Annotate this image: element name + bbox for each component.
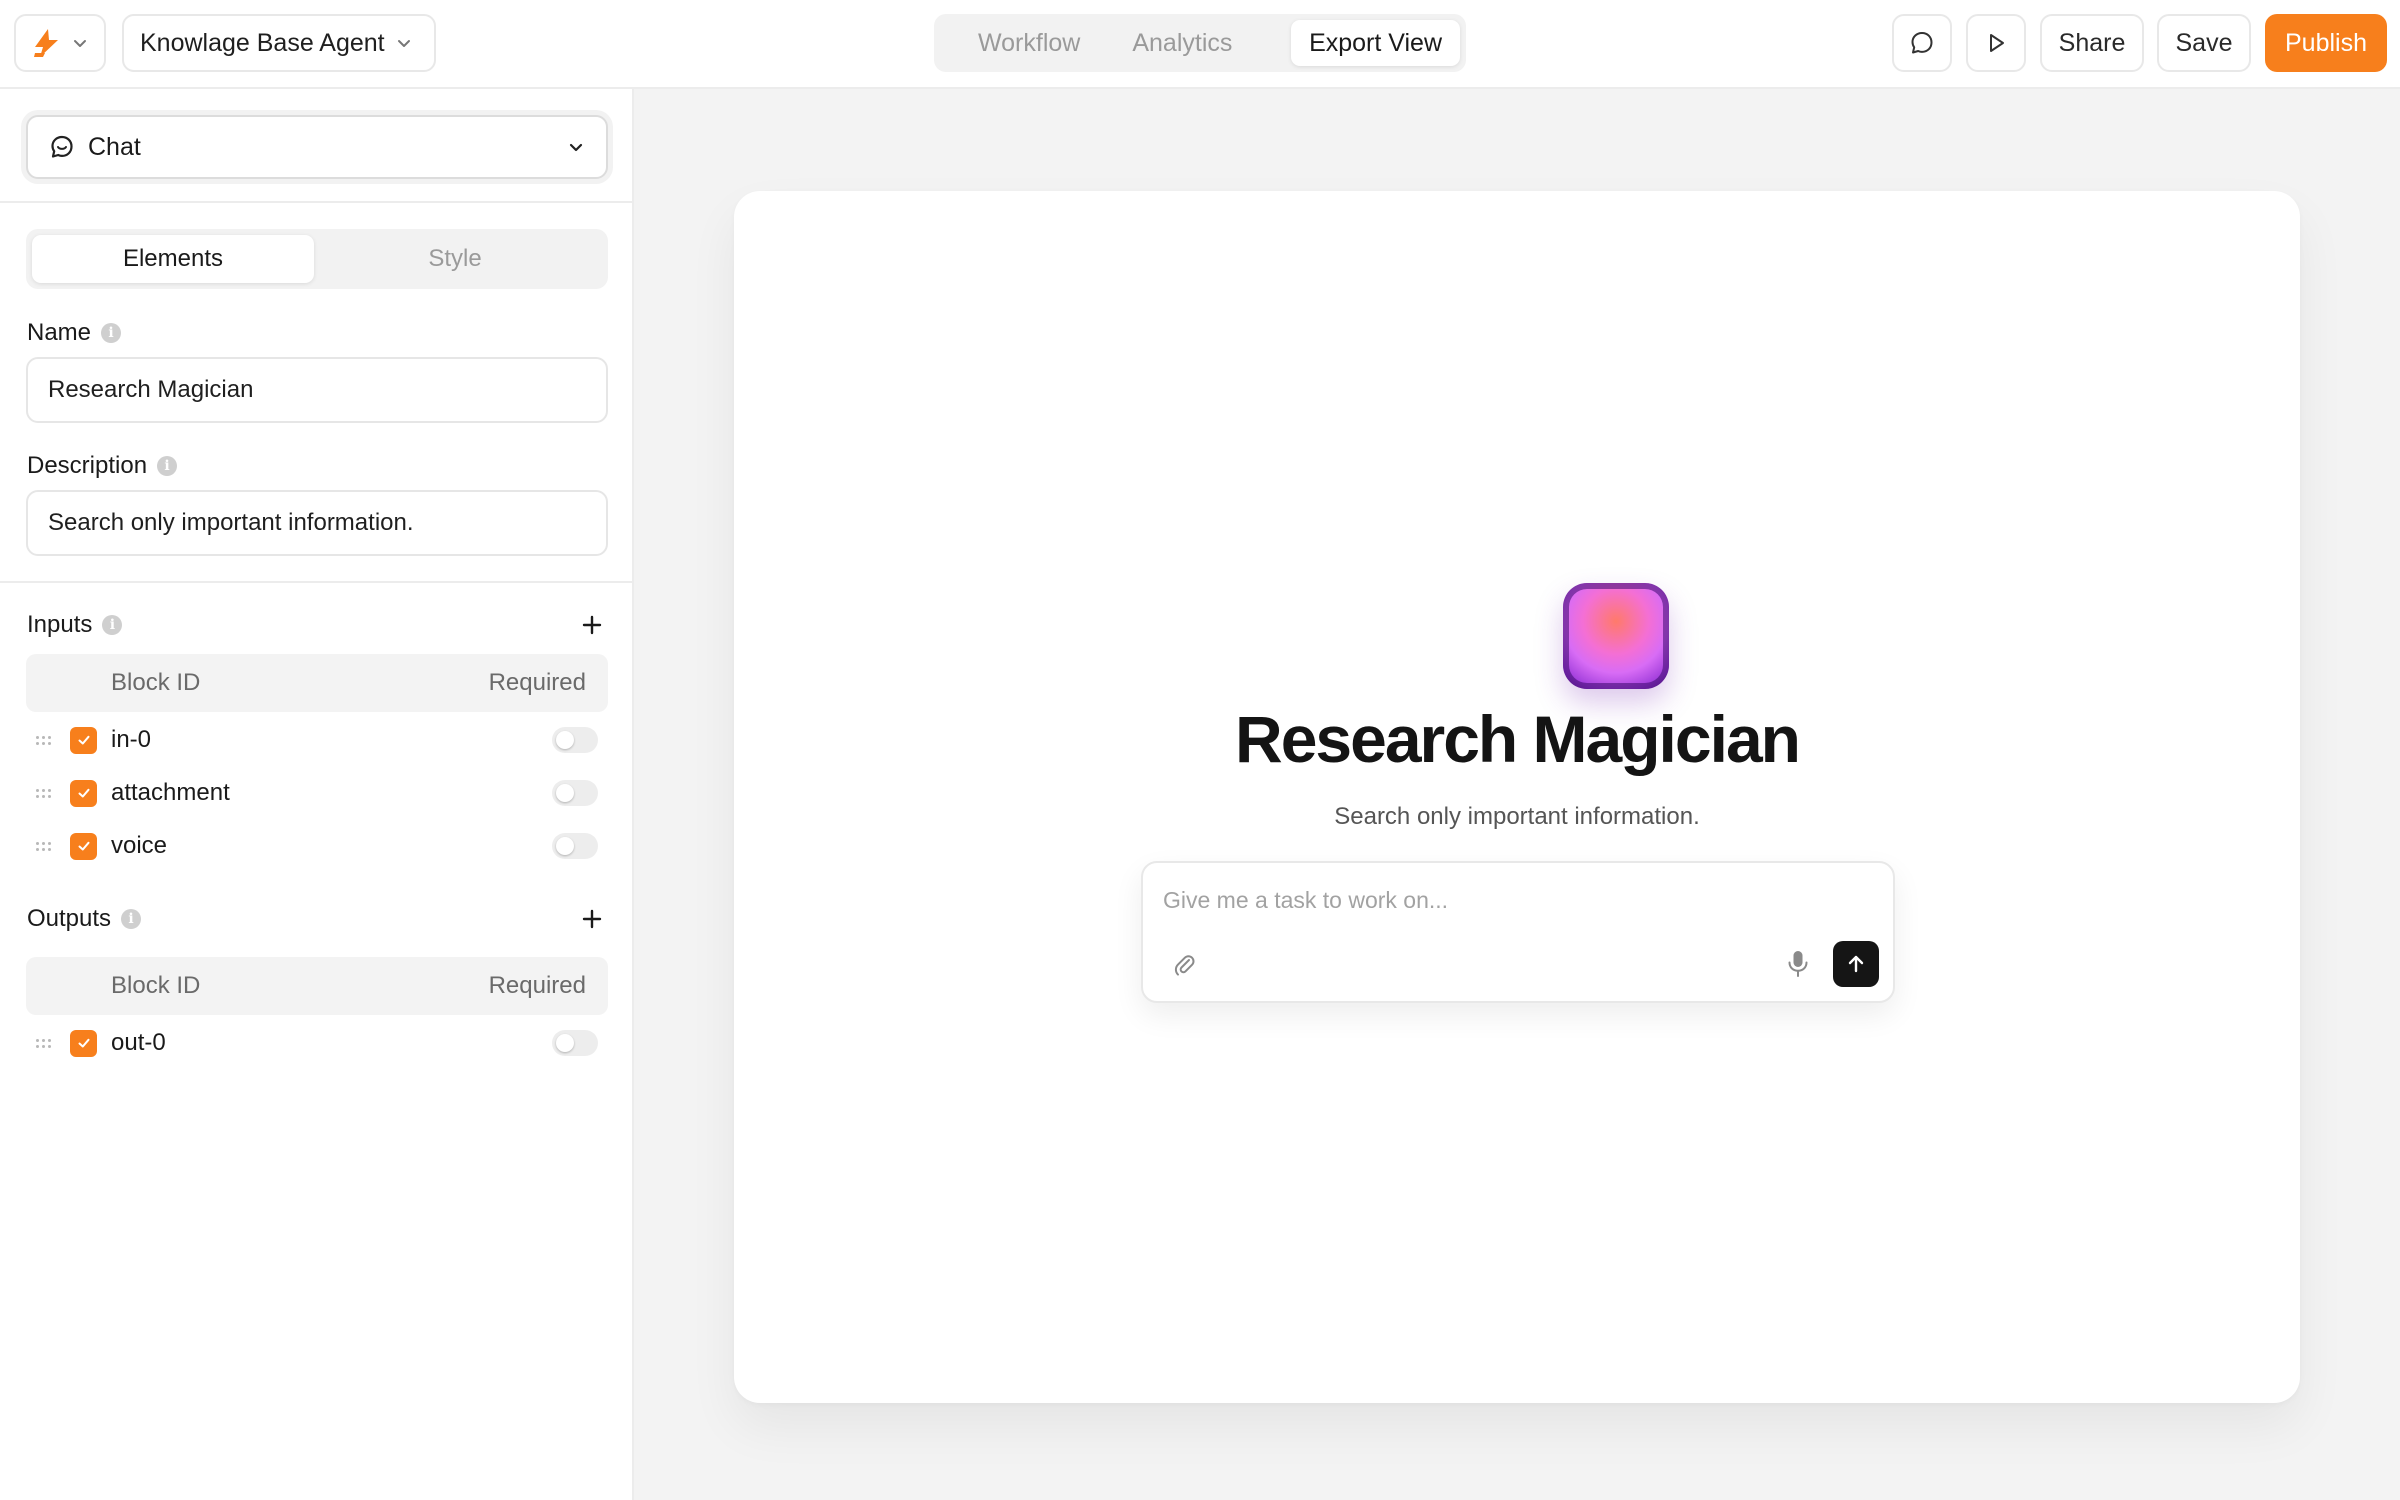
chevron-down-icon (398, 40, 410, 47)
mode-selector[interactable]: Chat (26, 115, 608, 179)
info-icon[interactable]: i (157, 456, 178, 476)
checkmark-icon (78, 788, 89, 798)
chat-bubble-icon (1911, 32, 1933, 54)
chat-input-box[interactable]: Give me a task to work on... (1141, 861, 1895, 1003)
input-block-id: attachment (111, 779, 230, 806)
checkmark-icon (78, 1038, 89, 1048)
top-bar: Knowlage Base Agent Workflow Analytics E… (0, 0, 2400, 89)
drag-handle-icon[interactable] (26, 735, 52, 745)
name-label: Name i (27, 319, 122, 347)
drag-handle-icon[interactable] (26, 788, 52, 798)
info-icon[interactable]: i (121, 909, 142, 929)
chat-bubble-icon (51, 135, 73, 158)
chat-preview-card: Research Magician Search only important … (734, 191, 2300, 1403)
input-block-id: voice (111, 832, 168, 859)
divider (0, 201, 634, 203)
column-required: Required (488, 972, 586, 999)
input-checkbox[interactable] (70, 779, 97, 807)
play-icon (1990, 34, 2004, 52)
column-block-id: Block ID (111, 669, 201, 696)
description-label-text: Description (27, 452, 148, 479)
column-block-id: Block ID (111, 972, 201, 999)
drag-handle-icon[interactable] (26, 1038, 52, 1048)
outputs-header: Outputs i (27, 904, 607, 934)
output-checkbox[interactable] (70, 1029, 97, 1057)
publish-button[interactable]: Publish (2265, 14, 2387, 72)
info-icon[interactable]: i (101, 323, 122, 343)
description-label: Description i (27, 452, 178, 480)
checkmark-icon (78, 735, 89, 745)
inputs-title: Inputs (27, 611, 93, 638)
plus-icon (582, 909, 602, 929)
tab-analytics[interactable]: Analytics (1114, 20, 1250, 66)
add-input-button[interactable] (577, 610, 607, 640)
info-icon[interactable]: i (102, 615, 123, 635)
tab-elements[interactable]: Elements (32, 235, 314, 283)
input-row: attachment (26, 768, 608, 818)
microphone-icon[interactable] (1785, 949, 1811, 979)
plus-icon (582, 615, 602, 635)
agent-name: Knowlage Base Agent (140, 28, 385, 57)
tab-workflow[interactable]: Workflow (970, 20, 1098, 66)
mode-label: Chat (88, 132, 141, 161)
chevron-down-icon (74, 40, 86, 47)
divider (0, 581, 634, 583)
paperclip-icon[interactable] (1171, 951, 1197, 977)
sidebar-tabs: Elements Style (26, 229, 608, 289)
brand-logo-icon (34, 29, 58, 57)
outputs-table-header: Block ID Required (26, 957, 608, 1015)
preview-title: Research Magician (1235, 702, 1801, 776)
chat-preview-button[interactable] (1892, 14, 1952, 72)
agent-avatar-icon (1563, 583, 1669, 689)
export-canvas: Research Magician Search only important … (634, 89, 2400, 1500)
run-button[interactable] (1966, 14, 2026, 72)
column-required: Required (488, 669, 586, 696)
share-button[interactable]: Share (2040, 14, 2144, 72)
preview-description: Search only important information. (1334, 803, 1700, 830)
name-input[interactable]: Research Magician (26, 357, 608, 423)
tab-style[interactable]: Style (314, 235, 596, 283)
description-input[interactable]: Search only important information. (26, 490, 608, 556)
drag-handle-icon[interactable] (26, 841, 52, 851)
required-toggle[interactable] (552, 833, 598, 859)
output-row: out-0 (26, 1018, 608, 1068)
name-label-text: Name (27, 319, 92, 346)
input-checkbox[interactable] (70, 832, 97, 860)
required-toggle[interactable] (552, 727, 598, 753)
save-button[interactable]: Save (2157, 14, 2251, 72)
input-block-id: in-0 (111, 726, 152, 753)
checkmark-icon (78, 841, 89, 851)
outputs-title: Outputs (27, 905, 112, 932)
output-block-id: out-0 (111, 1029, 166, 1056)
inputs-table-header: Block ID Required (26, 654, 608, 712)
tab-export-view[interactable]: Export View (1291, 20, 1460, 66)
input-checkbox[interactable] (70, 726, 97, 754)
arrow-up-icon (1848, 955, 1864, 973)
input-row: in-0 (26, 715, 608, 765)
workspace-logo-button[interactable] (14, 14, 106, 72)
view-tabs: Workflow Analytics Export View (934, 14, 1466, 72)
inputs-header: Inputs i (27, 610, 607, 640)
chat-input-placeholder[interactable]: Give me a task to work on... (1163, 887, 1448, 914)
agent-selector[interactable]: Knowlage Base Agent (122, 14, 436, 72)
chevron-down-icon (569, 143, 583, 152)
input-row: voice (26, 821, 608, 871)
send-button[interactable] (1833, 941, 1879, 987)
settings-sidebar: Chat Elements Style Name i Research Magi… (0, 89, 634, 1500)
required-toggle[interactable] (552, 780, 598, 806)
add-output-button[interactable] (577, 904, 607, 934)
required-toggle[interactable] (552, 1030, 598, 1056)
